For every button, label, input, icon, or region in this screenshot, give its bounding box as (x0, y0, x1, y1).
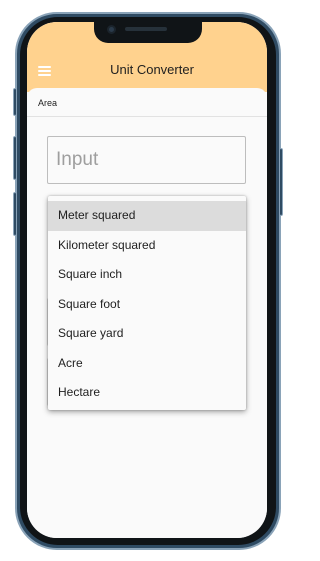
unit-option-kilometer-squared[interactable]: Kilometer squared (48, 231, 246, 261)
phone-screen: Unit Converter Area Input Meter squared … (27, 22, 267, 538)
unit-option-meter-squared[interactable]: Meter squared (48, 201, 246, 231)
unit-option-acre[interactable]: Acre (48, 349, 246, 379)
unit-option-square-foot[interactable]: Square foot (48, 290, 246, 320)
unit-option-square-inch[interactable]: Square inch (48, 260, 246, 290)
input-placeholder: Input (56, 149, 99, 170)
phone-power-button (279, 148, 283, 216)
app-title: Unit Converter (110, 62, 194, 77)
unit-option-square-yard[interactable]: Square yard (48, 319, 246, 349)
input-field[interactable]: Input (47, 136, 246, 184)
earpiece-speaker (125, 27, 167, 31)
phone-volume-down-button (13, 192, 17, 236)
phone-side-button (13, 88, 17, 116)
unit-option-hectare[interactable]: Hectare (48, 378, 246, 408)
unit-dropdown-menu: Meter squared Kilometer squared Square i… (48, 196, 246, 410)
converter-panel: Area Input Meter squared Kilometer squar… (27, 88, 267, 538)
category-label: Area (38, 98, 58, 108)
front-camera-icon (107, 25, 116, 34)
category-divider (27, 116, 267, 117)
phone-volume-up-button (13, 136, 17, 180)
